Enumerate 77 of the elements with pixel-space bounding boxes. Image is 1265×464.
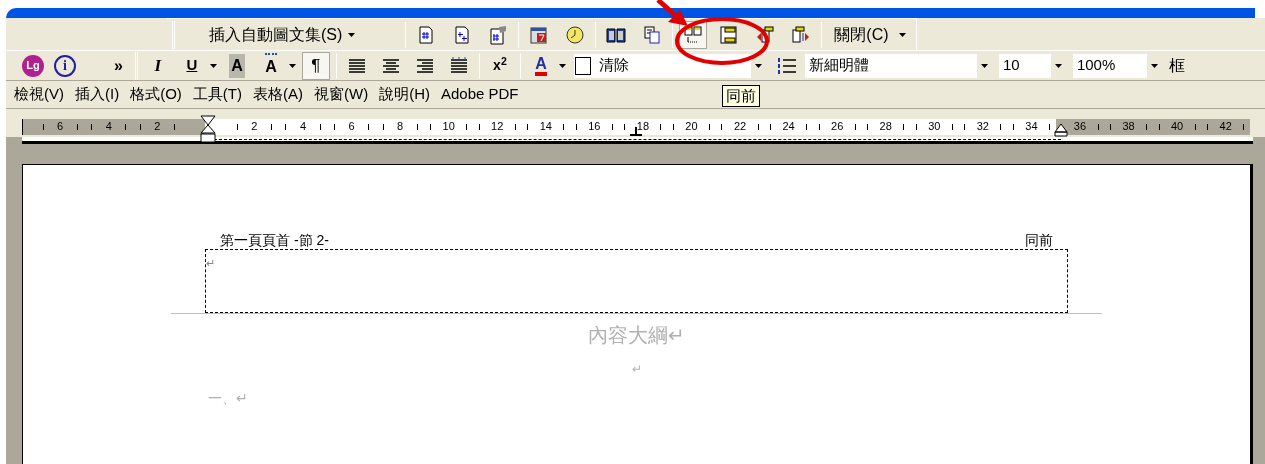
linked-headers-icon xyxy=(683,24,704,45)
calendar-icon xyxy=(529,24,550,45)
insert-autotext-button[interactable]: 插入自動圖文集(S) xyxy=(201,21,364,48)
ruler-number: 34 xyxy=(1025,121,1038,133)
page-format-icon xyxy=(488,24,509,45)
overflow-button[interactable]: » xyxy=(114,57,123,74)
ruler-number: 2 xyxy=(251,121,258,133)
font-dropdown[interactable]: 新細明體 xyxy=(804,53,993,78)
ruler-number: 6 xyxy=(348,121,355,133)
indent-marker-icon[interactable] xyxy=(200,114,216,143)
font-size-dropdown[interactable]: 10 xyxy=(998,53,1067,78)
menu-item[interactable]: 說明(H) xyxy=(379,82,430,106)
borders-label[interactable]: 框 xyxy=(1168,53,1185,78)
ruler-number: 2 xyxy=(154,121,161,133)
outline-title: 內容大綱↵ xyxy=(588,323,685,348)
italic-button[interactable]: I xyxy=(143,51,172,80)
ruler-number: 18 xyxy=(636,121,650,133)
ruler-number: 12 xyxy=(491,121,504,133)
right-indent-icon[interactable] xyxy=(1054,122,1068,137)
menu-item[interactable]: 插入(I) xyxy=(75,82,120,106)
align-justify-icon xyxy=(346,56,367,75)
ruler-number: 16 xyxy=(588,121,601,133)
logo-icon[interactable]: Lg xyxy=(22,54,44,77)
superscript-button[interactable]: x$^{2}$ xyxy=(485,51,514,80)
menu-item[interactable]: 檢視(V) xyxy=(14,82,64,106)
list-item-text: 一、↵ xyxy=(208,390,248,406)
ruler-number: 36 xyxy=(1073,121,1087,133)
char-scale-button[interactable]: A xyxy=(256,51,285,80)
align-center-icon xyxy=(380,56,401,75)
ruler-number: 4 xyxy=(105,121,112,133)
menu-item[interactable]: 格式(O) xyxy=(130,82,182,106)
underline-button[interactable]: U xyxy=(177,51,206,80)
header-footer-icon xyxy=(719,24,740,45)
ruler[interactable]: 6 4 2 2 4 6 8 10 12 14 16 18 20 22 24 26 28 30 32 34 36 38 40 42 xyxy=(22,118,1250,135)
caret-icon xyxy=(755,63,763,68)
ruler-number: 8 xyxy=(397,121,404,133)
same-as-previous-label: 同前 xyxy=(1025,231,1053,249)
style-dropdown[interactable]: 清除 xyxy=(573,53,767,78)
ruler-number: 14 xyxy=(539,121,552,133)
caret-icon xyxy=(1055,63,1063,68)
info-icon[interactable]: i xyxy=(54,54,76,77)
tooltip: 同前 xyxy=(722,85,760,107)
menu-item[interactable]: 工具(T) xyxy=(192,82,242,106)
style-swatch-icon xyxy=(574,56,591,75)
font-color-button[interactable]: A xyxy=(526,51,555,80)
ruler-number: 30 xyxy=(928,121,941,133)
next-header-icon xyxy=(791,24,812,45)
align-right-icon xyxy=(414,56,435,75)
clock-icon xyxy=(565,24,586,45)
ruler-number: 24 xyxy=(782,121,795,133)
header-label: 第一頁頁首 -節 2- xyxy=(220,231,329,249)
ruler-number: 6 xyxy=(57,121,64,133)
menu-item[interactable]: 表格(A) xyxy=(253,82,303,106)
previous-header-icon xyxy=(755,24,776,45)
ruler-number: 28 xyxy=(879,121,892,133)
pages-icon xyxy=(642,24,663,45)
pilcrow-button[interactable]: ¶ xyxy=(301,51,330,80)
ruler-number: 40 xyxy=(1171,121,1184,133)
caret-icon xyxy=(1151,63,1159,68)
ruler-margin xyxy=(22,118,36,135)
menu-item[interactable]: 視窗(W) xyxy=(314,82,369,106)
paragraph-mark: ↵ xyxy=(631,361,642,378)
ruler-number: 26 xyxy=(831,121,844,133)
menu-item[interactable]: Adobe PDF xyxy=(441,82,519,106)
zoom-dropdown[interactable]: 100% xyxy=(1072,53,1163,78)
ruler-number: 38 xyxy=(1122,121,1135,133)
paragraph-mark: ↵ xyxy=(206,257,215,269)
ruler-number: 10 xyxy=(442,121,455,133)
ruler-number: 42 xyxy=(1219,121,1232,133)
ruler-number: 32 xyxy=(976,121,989,133)
ruler-number: 22 xyxy=(733,121,747,133)
distribute-icon xyxy=(448,56,469,75)
close-button[interactable]: 關閉(C) xyxy=(828,21,912,48)
shaded-button[interactable]: A xyxy=(222,51,251,80)
ruler-number: 20 xyxy=(685,121,698,133)
caret-icon xyxy=(981,63,989,68)
ruler-number: 4 xyxy=(299,121,307,133)
